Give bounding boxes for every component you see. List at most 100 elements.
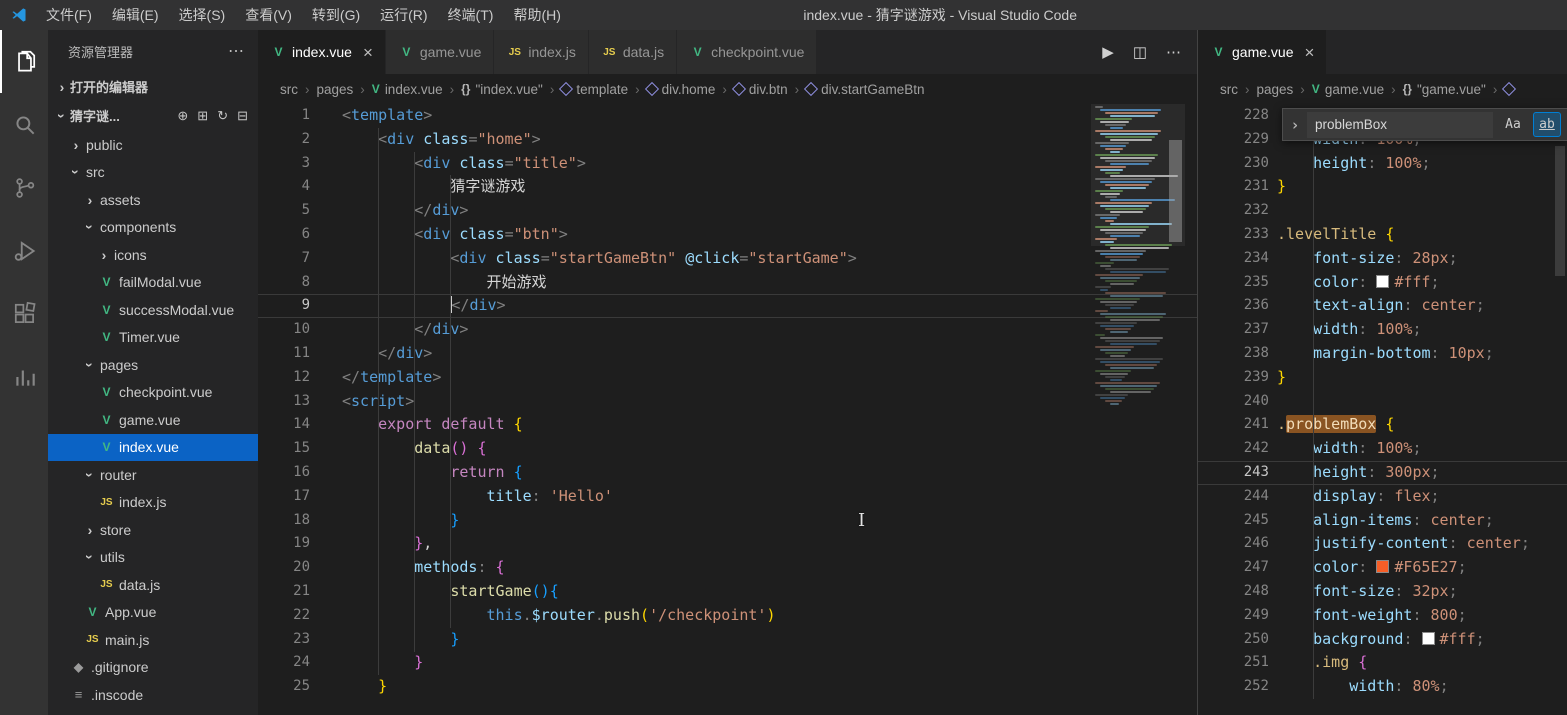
whole-word-button[interactable]: ab [1533,112,1561,137]
code-line-text[interactable]: .problemBox { [1277,413,1567,437]
code-line[interactable]: 7 <div class="startGameBtn" @click="star… [258,247,1197,271]
code-line-text[interactable]: text-align: center; [1277,294,1567,318]
code-line-text[interactable]: <template> [342,104,1197,128]
menu-item[interactable]: 文件(F) [36,0,102,30]
code-line-text[interactable]: this.$router.push('/checkpoint') [342,604,1197,628]
tree-item[interactable]: ›store [48,516,258,544]
code-line-text[interactable]: data() { [342,437,1197,461]
code-line-text[interactable]: <div class="btn"> [342,223,1197,247]
code-line-text[interactable]: width: 100%; [1277,318,1567,342]
code-line[interactable]: 4 猜字谜游戏 [258,175,1197,199]
tab-game.vue[interactable]: Vgame.vue× [1198,30,1327,74]
code-line-text[interactable]: 开始游戏 [342,271,1197,295]
code-line[interactable]: 235 color: #fff; [1198,271,1567,295]
breadcrumb-item[interactable]: template [561,82,628,97]
tree-item[interactable]: VsuccessModal.vue [48,296,258,324]
code-line[interactable]: 246 justify-content: center; [1198,532,1567,556]
code-line-text[interactable]: methods: { [342,556,1197,580]
code-line-text[interactable]: width: 80%; [1277,675,1567,699]
tree-item[interactable]: VTimer.vue [48,324,258,352]
code-line-text[interactable]: } [342,628,1197,652]
code-line[interactable]: 230 height: 100%; [1198,152,1567,176]
find-input[interactable] [1307,112,1493,138]
code-line[interactable]: 24 } [258,651,1197,675]
code-line[interactable]: 12</template> [258,366,1197,390]
breadcrumb-item[interactable]: Vgame.vue [1312,82,1384,97]
run-and-debug-icon[interactable] [0,219,48,282]
code-line[interactable]: 20 methods: { [258,556,1197,580]
code-line[interactable]: 245 align-items: center; [1198,509,1567,533]
code-editor-left[interactable]: 1<template>2 <div class="home">3 <div cl… [258,104,1197,715]
toggle-replace-icon[interactable]: › [1289,116,1301,134]
close-tab-icon[interactable]: × [363,44,373,61]
split-editor-button[interactable]: ◫ [1133,43,1147,61]
code-line-text[interactable]: </div> [342,294,1197,318]
code-line[interactable]: 14 export default { [258,413,1197,437]
code-line-text[interactable]: </div> [342,318,1197,342]
tab-game.vue[interactable]: Vgame.vue [386,30,494,74]
code-line-text[interactable]: height: 100%; [1277,152,1567,176]
breadcrumb-item[interactable]: {}"index.vue" [461,82,543,97]
code-line[interactable]: 240 [1198,390,1567,414]
code-line-text[interactable]: title: 'Hello' [342,485,1197,509]
code-line-text[interactable]: font-weight: 800; [1277,604,1567,628]
code-line-text[interactable]: align-items: center; [1277,509,1567,533]
menu-item[interactable]: 转到(G) [302,0,370,30]
tree-item[interactable]: ›utils [48,544,258,572]
code-line-text[interactable]: .img { [1277,651,1567,675]
new-folder-icon[interactable]: ⊞ [197,108,208,124]
code-line-text[interactable]: .levelTitle { [1277,223,1567,247]
tree-item[interactable]: JSdata.js [48,571,258,599]
code-line-text[interactable]: <div class="home"> [342,128,1197,152]
code-line[interactable]: 232 [1198,199,1567,223]
code-line[interactable]: 2 <div class="home"> [258,128,1197,152]
code-line-text[interactable]: </template> [342,366,1197,390]
code-line[interactable]: 236 text-align: center; [1198,294,1567,318]
tree-item[interactable]: VfailModal.vue [48,269,258,297]
more-actions-icon[interactable]: ⋯ [228,41,244,61]
code-line-text[interactable]: startGame(){ [342,580,1197,604]
tree-item[interactable]: ›icons [48,241,258,269]
breadcrumb-item[interactable]: Vindex.vue [372,82,443,97]
code-line[interactable]: 22 this.$router.push('/checkpoint') [258,604,1197,628]
breadcrumb-item[interactable] [1504,84,1514,94]
code-line[interactable]: 19 }, [258,532,1197,556]
code-line[interactable]: 251 .img { [1198,651,1567,675]
statistics-icon[interactable] [0,345,48,408]
collapse-all-icon[interactable]: ⊟ [237,108,248,124]
code-line-text[interactable]: <div class="title"> [342,152,1197,176]
code-line[interactable]: 8 开始游戏 [258,271,1197,295]
code-line-text[interactable]: font-size: 32px; [1277,580,1567,604]
code-line-text[interactable] [1277,199,1567,223]
code-line[interactable]: 16 return { [258,461,1197,485]
code-line-text[interactable] [1277,390,1567,414]
tree-item[interactable]: ›assets [48,186,258,214]
code-line[interactable]: 11 </div> [258,342,1197,366]
code-line-text[interactable]: width: 100%; [1277,437,1567,461]
tree-item[interactable]: VApp.vue [48,599,258,627]
menu-item[interactable]: 运行(R) [370,0,437,30]
tab-data.js[interactable]: JSdata.js [589,30,677,74]
menu-item[interactable]: 选择(S) [169,0,236,30]
tree-item[interactable]: ◆.gitignore [48,654,258,682]
breadcrumb-item[interactable]: div.home [647,82,716,97]
code-line-text[interactable]: export default { [342,413,1197,437]
breadcrumb-item[interactable]: src [280,82,298,97]
code-line-text[interactable]: </div> [342,199,1197,223]
close-tab-icon[interactable]: × [1304,44,1314,61]
explorer-icon[interactable] [0,30,48,93]
code-line-text[interactable]: color: #fff; [1277,271,1567,295]
breadcrumb-item[interactable]: src [1220,82,1238,97]
code-line[interactable]: 231} [1198,175,1567,199]
code-line[interactable]: 6 <div class="btn"> [258,223,1197,247]
run-button[interactable]: ▶ [1102,43,1114,61]
breadcrumb-item[interactable]: {}"game.vue" [1403,82,1486,97]
code-line[interactable]: 244 display: flex; [1198,485,1567,509]
tree-item[interactable]: ›src [48,159,258,187]
code-line-text[interactable]: color: #F65E27; [1277,556,1567,580]
tree-item[interactable]: JSmain.js [48,626,258,654]
code-line[interactable]: 252 width: 80%; [1198,675,1567,699]
code-line[interactable]: 5 </div> [258,199,1197,223]
tree-item[interactable]: ›pages [48,351,258,379]
code-line-text[interactable]: } [342,651,1197,675]
